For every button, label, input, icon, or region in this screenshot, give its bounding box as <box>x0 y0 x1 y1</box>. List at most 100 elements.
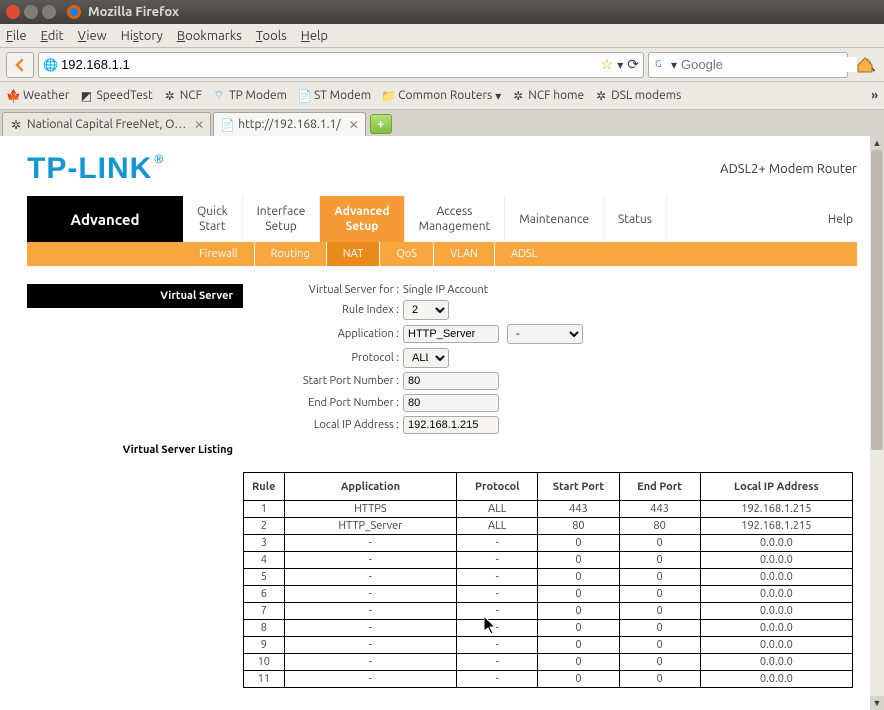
home-button[interactable] <box>852 52 878 78</box>
table-cell: - <box>284 569 457 586</box>
input-start-port[interactable] <box>403 372 499 390</box>
table-cell: - <box>284 603 457 620</box>
speedtest-icon: ◩ <box>79 89 93 103</box>
label-end-port: End Port Number : <box>253 397 403 409</box>
ncf-icon: ✲ <box>511 89 525 103</box>
table-cell: 0 <box>538 671 619 688</box>
label-rule-index: Rule Index : <box>253 304 403 316</box>
sub-tab-qos[interactable]: QoS <box>380 242 434 266</box>
url-bar[interactable]: 🌐 ☆ ▾ ⟳ <box>38 52 644 78</box>
table-cell: - <box>457 552 538 569</box>
table-cell: ALL <box>457 501 538 518</box>
select-rule-index[interactable]: 2 <box>403 300 449 320</box>
table-row: 9--000.0.0.0 <box>244 637 853 654</box>
menu-file[interactable]: File <box>6 29 27 43</box>
main-tab-quick[interactable]: QuickStart <box>183 196 243 242</box>
table-cell: 8 <box>244 620 285 637</box>
sub-tab-adsl[interactable]: ADSL <box>495 242 553 266</box>
table-cell: - <box>457 654 538 671</box>
sub-tab-nat[interactable]: NAT <box>327 242 381 266</box>
bookmarks-overflow[interactable]: » <box>871 89 878 102</box>
bookmark-dslmodems[interactable]: ✲DSL modems <box>594 89 681 103</box>
bookmark-speedtest[interactable]: ◩SpeedTest <box>79 89 152 103</box>
menu-history[interactable]: History <box>121 29 163 43</box>
back-button[interactable] <box>6 52 34 78</box>
table-row: 10--000.0.0.0 <box>244 654 853 671</box>
table-row: 4--000.0.0.0 <box>244 552 853 569</box>
tab-strip: ✲ National Capital FreeNet, O… ✕ 📄 http:… <box>0 110 884 136</box>
input-local-ip[interactable] <box>403 416 499 434</box>
tab-router[interactable]: 📄 http://192.168.1.1/ ✕ <box>213 112 366 136</box>
table-cell: 0 <box>538 654 619 671</box>
navigation-toolbar: 🌐 ☆ ▾ ⟳ G ▾ 🔍 <box>0 48 884 82</box>
sub-tab-firewall[interactable]: Firewall <box>183 242 255 266</box>
close-icon[interactable]: ✕ <box>194 118 204 132</box>
table-cell: 0 <box>538 620 619 637</box>
main-tab-interface[interactable]: InterfaceSetup <box>243 196 321 242</box>
table-cell: 443 <box>538 501 619 518</box>
tab-label: National Capital FreeNet, O… <box>27 118 186 131</box>
table-cell: 192.168.1.215 <box>700 518 852 535</box>
input-application[interactable] <box>403 325 499 343</box>
bookmark-common-routers[interactable]: 📁Common Routers▾ <box>381 89 501 103</box>
label-protocol: Protocol : <box>253 352 403 364</box>
main-tab-advanced[interactable]: AdvancedSetup <box>320 196 404 242</box>
scroll-down-button[interactable]: ▼ <box>870 696 884 710</box>
globe-icon: 🌐 <box>43 58 57 72</box>
search-input[interactable] <box>681 57 857 72</box>
table-cell: - <box>284 637 457 654</box>
bookmark-ncfhome[interactable]: ✲NCF home <box>511 89 584 103</box>
table-row: 6--000.0.0.0 <box>244 586 853 603</box>
reload-icon[interactable]: ⟳ <box>627 56 639 73</box>
page-viewport: ▲ ▼ TP-LINK® ADSL2+ Modem Router Advance… <box>0 136 884 710</box>
bookmark-star-icon[interactable]: ☆ <box>601 56 614 73</box>
table-cell: - <box>284 552 457 569</box>
ncf-icon: ✲ <box>594 89 608 103</box>
window-minimize-button[interactable] <box>24 5 38 19</box>
tab-ncf[interactable]: ✲ National Capital FreeNet, O… ✕ <box>2 112 211 136</box>
main-tab-status[interactable]: Status <box>604 196 667 242</box>
input-end-port[interactable] <box>403 394 499 412</box>
sub-tab-vlan[interactable]: VLAN <box>434 242 495 266</box>
scroll-up-button[interactable]: ▲ <box>870 136 884 150</box>
sub-tab-routing[interactable]: Routing <box>255 242 327 266</box>
menu-edit[interactable]: Edit <box>41 29 64 43</box>
window-close-button[interactable] <box>6 5 20 19</box>
main-tab-maintenance[interactable]: Maintenance <box>505 196 604 242</box>
bookmark-stmodem[interactable]: 📄ST Modem <box>297 89 371 103</box>
menu-bookmarks[interactable]: Bookmarks <box>177 29 242 43</box>
close-icon[interactable]: ✕ <box>349 118 359 132</box>
scroll-thumb[interactable] <box>871 150 883 450</box>
table-cell: - <box>457 671 538 688</box>
dropdown-icon[interactable]: ▾ <box>617 58 623 72</box>
table-cell: 0 <box>619 620 700 637</box>
menu-view[interactable]: View <box>78 29 107 43</box>
table-header: Start Port <box>538 473 619 501</box>
menu-tools[interactable]: Tools <box>256 29 287 43</box>
select-application-preset[interactable]: - <box>507 324 583 344</box>
vertical-scrollbar[interactable]: ▲ ▼ <box>870 136 884 710</box>
window-maximize-button[interactable] <box>42 5 56 19</box>
bookmark-ncf[interactable]: ✲NCF <box>163 89 202 103</box>
bookmark-tpmodem[interactable]: ⌔TP Modem <box>212 88 287 103</box>
table-cell: 3 <box>244 535 285 552</box>
select-protocol[interactable]: ALL <box>403 348 449 368</box>
window-titlebar[interactable]: Mozilla Firefox <box>0 0 884 24</box>
search-dropdown-icon[interactable]: ▾ <box>671 58 677 72</box>
main-tab-access[interactable]: AccessManagement <box>405 196 506 242</box>
search-box[interactable]: G ▾ 🔍 <box>648 52 848 78</box>
bookmark-weather[interactable]: 🍁Weather <box>6 89 69 103</box>
table-cell: 7 <box>244 603 285 620</box>
table-cell: 0.0.0.0 <box>700 603 852 620</box>
main-tab-help[interactable]: Help <box>814 196 857 242</box>
google-icon: G <box>653 56 667 73</box>
menu-help[interactable]: Help <box>301 29 328 43</box>
value-vs-for: Single IP Account <box>403 284 488 296</box>
new-tab-button[interactable]: + <box>370 114 392 134</box>
table-cell: 0 <box>619 654 700 671</box>
table-cell: - <box>457 620 538 637</box>
table-cell: 192.168.1.215 <box>700 501 852 518</box>
table-cell: 80 <box>538 518 619 535</box>
url-input[interactable] <box>61 57 597 72</box>
bookmarks-toolbar: 🍁Weather ◩SpeedTest ✲NCF ⌔TP Modem 📄ST M… <box>0 82 884 110</box>
